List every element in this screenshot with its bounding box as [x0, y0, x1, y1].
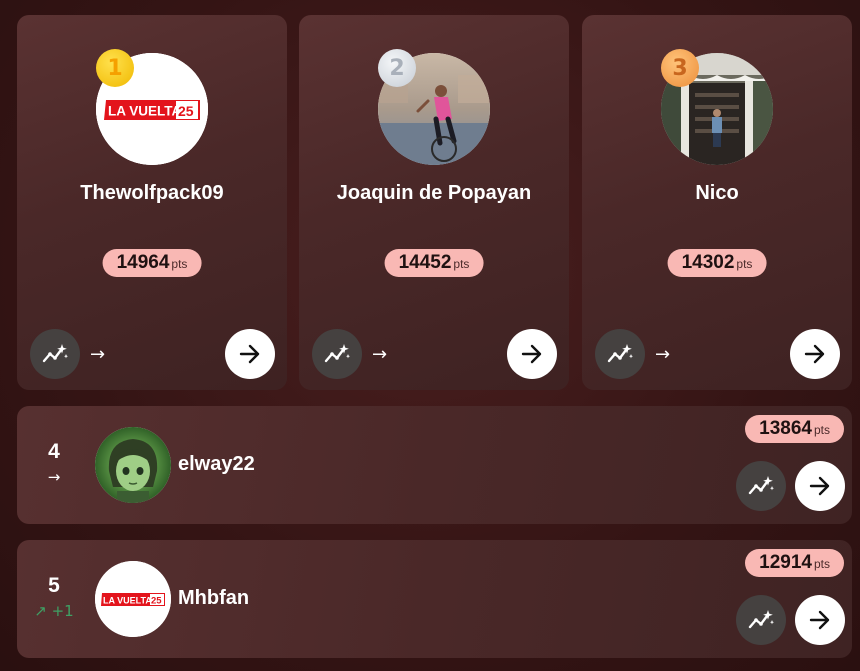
- arrow-right-icon: [809, 476, 830, 496]
- avatar: LA VUELTA 25: [95, 561, 171, 637]
- arrow-right-icon: [809, 610, 830, 630]
- stats-button[interactable]: [736, 595, 786, 645]
- points-value: 13864: [759, 418, 812, 439]
- sparkle-chart-icon: [324, 344, 350, 363]
- points-unit: pts: [171, 257, 188, 271]
- view-player-button[interactable]: [225, 329, 275, 379]
- points-value: 14302: [681, 252, 735, 273]
- view-player-button[interactable]: [790, 329, 840, 379]
- la-vuelta-logo-icon: LA VUELTA 25: [95, 561, 171, 637]
- gold-medal-badge: 1: [96, 49, 134, 87]
- trend-indicator: →: [655, 344, 671, 365]
- player-name: Thewolfpack09: [80, 182, 224, 204]
- player-name: Mhbfan: [178, 587, 250, 609]
- stats-button[interactable]: [595, 329, 645, 379]
- view-player-button[interactable]: [507, 329, 557, 379]
- row-rank: 4: [48, 440, 60, 463]
- avatar: [95, 427, 171, 503]
- player-name: Nico: [695, 182, 739, 204]
- points-badge: 14964 pts: [102, 249, 202, 277]
- points-unit: pts: [453, 257, 470, 271]
- rank-change: →: [47, 468, 61, 486]
- podium-card-2: 2 Joaquin de Popayan 14452 pts →: [299, 15, 569, 390]
- podium-card-1: 1 LA VUELTA 25 Thewolfpack09 14964 pts →: [17, 15, 287, 390]
- points-unit: pts: [736, 257, 753, 271]
- arrow-right-icon: [239, 344, 260, 364]
- points-value: 12914: [759, 552, 812, 573]
- sparkle-chart-icon: [748, 610, 774, 629]
- logo-brand-text: LA VUELTA: [103, 596, 152, 606]
- stats-button[interactable]: [30, 329, 80, 379]
- points-unit: pts: [813, 423, 830, 437]
- trend-indicator: →: [372, 344, 388, 365]
- sparkle-chart-icon: [42, 344, 68, 363]
- rank-change: ↗ +1: [34, 602, 74, 620]
- leaderboard: 1 LA VUELTA 25 Thewolfpack09 14964 pts →…: [0, 0, 860, 671]
- points-badge: 14452 pts: [384, 249, 484, 277]
- points-value: 14452: [398, 252, 452, 273]
- trend-indicator: →: [90, 344, 106, 365]
- sparkle-chart-icon: [748, 476, 774, 495]
- player-name: elway22: [178, 453, 255, 475]
- player-name: Joaquin de Popayan: [336, 182, 532, 204]
- points-badge: 12914 pts: [745, 549, 844, 577]
- points-value: 14964: [116, 252, 170, 273]
- bronze-medal-badge: 3: [661, 49, 699, 87]
- logo-year-text: 25: [178, 103, 194, 119]
- row-rank: 5: [48, 574, 60, 597]
- points-badge: 14302 pts: [667, 249, 767, 277]
- leaderboard-row-5: 5 ↗ +1 LA VUELTA 25 Mhbfan 12914 pts: [17, 540, 852, 658]
- stats-button[interactable]: [312, 329, 362, 379]
- logo-year-text: 25: [151, 596, 162, 607]
- podium-card-3: 3 Nico 14302 pts →: [582, 15, 852, 390]
- silver-medal-badge: 2: [378, 49, 416, 87]
- stats-button[interactable]: [736, 461, 786, 511]
- leaderboard-row-4: 4 → elway22 13864 pts: [17, 406, 852, 524]
- logo-brand-text: LA VUELTA: [108, 104, 181, 119]
- arrow-right-icon: [521, 344, 542, 364]
- points-badge: 13864 pts: [745, 415, 844, 443]
- arrow-right-icon: [804, 344, 825, 364]
- anime-portrait-icon: [95, 427, 171, 503]
- points-unit: pts: [813, 557, 830, 571]
- view-player-button[interactable]: [795, 461, 845, 511]
- view-player-button[interactable]: [795, 595, 845, 645]
- sparkle-chart-icon: [607, 344, 633, 363]
